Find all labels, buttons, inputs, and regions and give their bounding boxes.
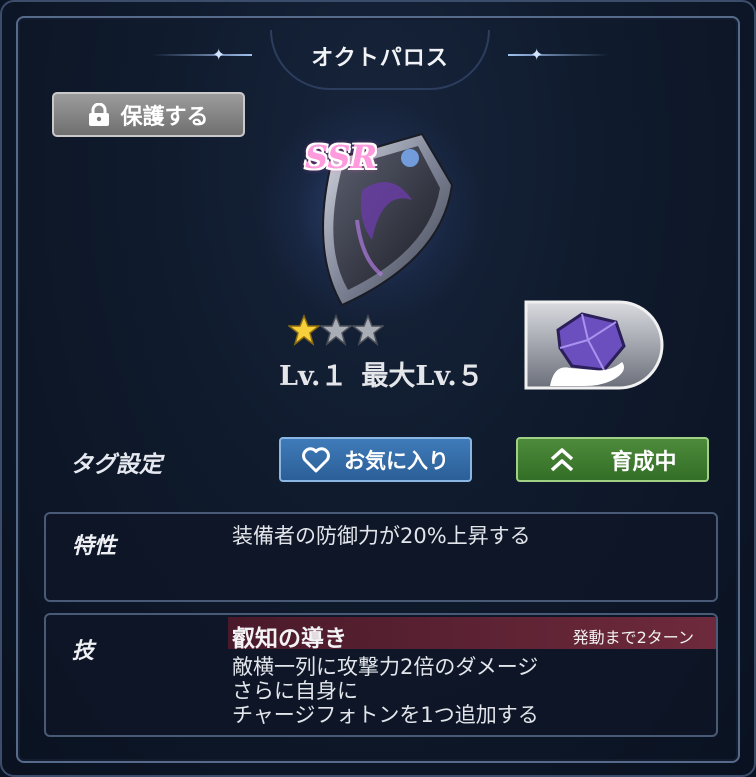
trait-heading: 特性 [72,534,117,559]
star-empty-icon [320,314,352,346]
page-title: オクトパロス [311,46,449,71]
training-button-label: 育成中 [610,449,677,475]
favorite-button-label: お気に入り [344,448,449,473]
detail-window: ✦ ✦ オクトパロス 保護する SSR Lv.１ 最大Lv.５ タグ設定 お気に… [0,0,756,777]
max-level: 最大Lv.５ [361,361,484,392]
training-button[interactable]: 育成中 [516,437,709,482]
trait-panel: 特性 装備者の防御力が20%上昇する [44,512,718,602]
double-chevron-up-icon [551,447,574,471]
trait-text: 装備者の防御力が20%上昇する [232,524,531,548]
level-display: Lv.１ 最大Lv.５ [279,354,498,393]
protect-button[interactable]: 保護する [52,92,245,137]
current-level: Lv.１ [279,361,348,392]
skill-description-line: 敵横一列に攻撃力2倍のダメージ [232,655,539,679]
rarity-badge: SSR [305,138,378,176]
skill-heading: 技 [72,639,95,664]
protect-button-label: 保護する [120,104,209,130]
star-empty-icon [352,314,384,346]
header: ✦ ✦ オクトパロス [2,30,756,90]
star-rating [288,314,384,346]
skill-panel: 技 叡知の導き 発動まで2ターン 敵横一列に攻撃力2倍のダメージ さらに自身に … [44,613,718,737]
favorite-button[interactable]: お気に入り [279,437,472,482]
skill-name: 叡知の導き [232,626,347,652]
tag-settings-label: タグ設定 [70,452,162,478]
heart-icon [302,446,330,472]
star-filled-icon [288,314,320,346]
skill-description: 敵横一列に攻撃力2倍のダメージ さらに自身に チャージフォトンを1つ追加する [232,655,539,727]
gem-in-hand-icon [524,300,664,390]
skill-description-line: チャージフォトンを1つ追加する [232,703,539,727]
lock-icon [89,102,110,126]
skill-description-line: さらに自身に [232,679,358,703]
skill-cooldown: 発動まで2ターン [572,628,694,647]
